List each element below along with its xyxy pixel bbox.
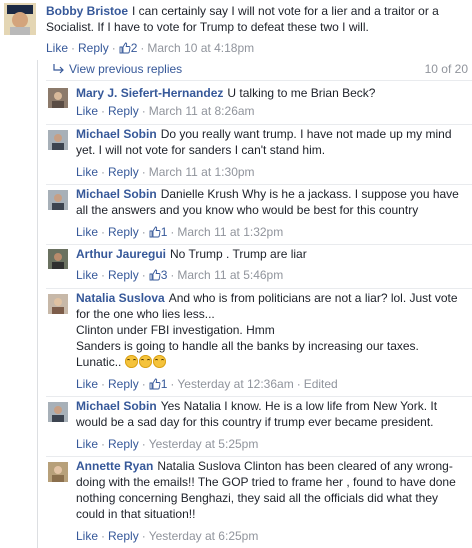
reply-comment: Arthur Jauregui No Trump . Trump are liar… <box>0 246 472 286</box>
comment-author[interactable]: Mary J. Siefert-Hernandez <box>76 86 223 100</box>
reply-comment: Michael Sobin Yes Natalia I know. He is a… <box>0 398 472 454</box>
thumbs-up-icon <box>149 378 161 390</box>
avatar[interactable] <box>4 3 36 35</box>
edited-label[interactable]: Edited <box>304 377 338 391</box>
avatar-photo-icon <box>48 402 68 422</box>
reply-link[interactable]: Reply <box>108 268 139 282</box>
reply-comment: Mary J. Siefert-Hernandez U talking to me… <box>0 82 472 122</box>
thumbs-up-icon <box>119 42 131 54</box>
timestamp[interactable]: March 11 at 1:32pm <box>177 225 283 239</box>
reply-comment: Michael Sobin Do you really want trump. I… <box>0 126 472 182</box>
like-link[interactable]: Like <box>76 437 98 451</box>
timestamp[interactable]: Yesterday at 6:25pm <box>149 529 259 543</box>
avatar-photo-icon <box>48 130 68 150</box>
reply-link[interactable]: Reply <box>108 225 139 239</box>
comment-text: U talking to me Brian Beck? <box>227 86 376 100</box>
avatar[interactable] <box>48 249 68 269</box>
divider <box>46 184 472 185</box>
top-comment: Bobby Bristoe I can certainly say I will … <box>0 0 472 58</box>
comment-text-line: Clinton under FBI investigation. Hmm <box>76 323 275 337</box>
comment-author[interactable]: Arthur Jauregui <box>76 247 166 261</box>
reply-link[interactable]: Reply <box>108 529 139 543</box>
like-count[interactable]: 1 <box>149 225 167 239</box>
reply-link[interactable]: Reply <box>78 41 109 55</box>
timestamp[interactable]: March 11 at 5:46pm <box>177 268 283 282</box>
view-previous-link[interactable]: View previous replies <box>69 60 182 78</box>
divider <box>46 288 472 289</box>
avatar[interactable] <box>48 190 68 210</box>
reply-link[interactable]: Reply <box>108 165 139 179</box>
reply-counter: 10 of 20 <box>424 62 468 76</box>
timestamp[interactable]: Yesterday at 12:36am <box>177 377 293 391</box>
reply-link[interactable]: Reply <box>108 104 139 118</box>
laughing-emoji-icon <box>124 355 167 369</box>
reply-link[interactable]: Reply <box>108 377 139 391</box>
avatar[interactable] <box>48 402 68 422</box>
like-count[interactable]: 1 <box>149 377 167 391</box>
comment-author[interactable]: Michael Sobin <box>76 187 157 201</box>
thumbs-up-icon <box>149 269 161 281</box>
avatar-photo-icon <box>4 3 36 35</box>
timestamp[interactable]: March 10 at 4:18pm <box>147 41 254 55</box>
comment-author[interactable]: Bobby Bristoe <box>46 4 128 18</box>
comment-text: No Trump . Trump are liar <box>170 247 307 261</box>
reply-comment: Natalia Suslova And who is from politicia… <box>0 290 472 394</box>
timestamp[interactable]: March 11 at 8:26am <box>149 104 255 118</box>
comment-author[interactable]: Michael Sobin <box>76 399 157 413</box>
comment-text-line: Sanders is going to handle all the banks… <box>76 339 419 353</box>
like-link[interactable]: Like <box>46 41 68 55</box>
thumbs-up-icon <box>149 226 161 238</box>
like-link[interactable]: Like <box>76 377 98 391</box>
comment-text-line: Lunatic.. <box>76 355 122 369</box>
comment-author[interactable]: Michael Sobin <box>76 127 157 141</box>
avatar-photo-icon <box>48 294 68 314</box>
avatar-photo-icon <box>48 190 68 210</box>
reply-link[interactable]: Reply <box>108 437 139 451</box>
like-count[interactable]: 2 <box>119 41 137 55</box>
timestamp[interactable]: March 11 at 1:30pm <box>149 165 255 179</box>
avatar[interactable] <box>48 462 68 482</box>
avatar[interactable] <box>48 294 68 314</box>
like-link[interactable]: Like <box>76 268 98 282</box>
like-link[interactable]: Like <box>76 529 98 543</box>
reply-comment: Annette Ryan Natalia Suslova Clinton has … <box>0 458 472 546</box>
comment-author[interactable]: Annette Ryan <box>76 459 153 473</box>
divider <box>46 124 472 125</box>
comment-author[interactable]: Natalia Suslova <box>76 291 165 305</box>
like-link[interactable]: Like <box>76 104 98 118</box>
like-link[interactable]: Like <box>76 225 98 239</box>
avatar-photo-icon <box>48 249 68 269</box>
reply-comment: Michael Sobin Danielle Krush Why is he a … <box>0 186 472 242</box>
like-count[interactable]: 3 <box>149 268 167 282</box>
avatar-photo-icon <box>48 462 68 482</box>
divider <box>46 244 472 245</box>
reply-arrow-icon <box>53 64 64 74</box>
divider <box>46 80 472 81</box>
avatar[interactable] <box>48 88 68 108</box>
avatar-photo-icon <box>48 88 68 108</box>
divider <box>46 456 472 457</box>
divider <box>46 396 472 397</box>
like-link[interactable]: Like <box>76 165 98 179</box>
timestamp[interactable]: Yesterday at 5:25pm <box>149 437 259 451</box>
view-previous-replies[interactable]: View previous replies 10 of 20 <box>46 60 472 80</box>
avatar[interactable] <box>48 130 68 150</box>
